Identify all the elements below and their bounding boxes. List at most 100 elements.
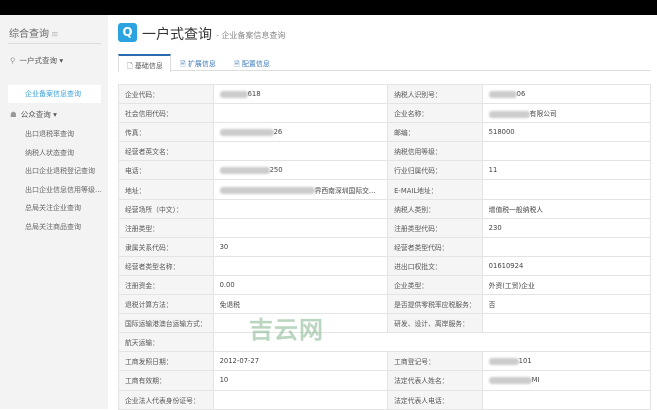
field-label: 经营者英文名： xyxy=(118,141,214,162)
tab-extended[interactable]: 🗎 扩展信息 xyxy=(180,54,216,71)
field-value: 增值税一般纳税人 xyxy=(481,198,652,219)
field-value xyxy=(212,141,389,162)
field-label: 企业类型： xyxy=(387,274,483,296)
field-value xyxy=(212,389,389,410)
field-label: 纳税人类别： xyxy=(387,198,483,219)
value-text: 30 xyxy=(219,242,229,251)
field-label: 地址： xyxy=(118,179,214,200)
field-label: 纳税人识别号： xyxy=(387,83,483,105)
field-value: 有限公司 xyxy=(481,103,652,124)
table-row: 社会信用代码： 企业名称： 有限公司 xyxy=(118,103,652,124)
menu-icon[interactable]: ≡ xyxy=(51,30,59,40)
field-value: 618 xyxy=(212,83,389,105)
table-row: 地址： 界西南深圳国际交... E-MAIL地址： xyxy=(118,179,652,200)
value-text: 免退税 xyxy=(219,301,240,310)
field-value: 230 xyxy=(481,217,652,238)
document-icon: 🗎 xyxy=(234,60,240,68)
table-row: 电话： 250 行业归属代码： 11 xyxy=(118,160,652,181)
field-value xyxy=(481,236,652,257)
table-row: 传真： 26 邮编： 518000 xyxy=(118,122,652,143)
table-row: 经营者类型名称： 进出口权批文： 01610924 xyxy=(118,255,652,276)
value-text: 增值税一般纳税人 xyxy=(488,205,544,214)
field-label: 退税计算方法： xyxy=(118,294,214,315)
field-value: 01610924 xyxy=(481,255,652,276)
value-text: 界西南深圳国际交... xyxy=(314,186,376,195)
field-label: 工商发照日期： xyxy=(118,351,214,372)
value-text: 10 xyxy=(219,376,229,385)
sidebar: 综合查询 ≡ ⚲ 一户式查询 ▾ 企业备案信息查询 ☗ 公众查询 ▾ 出口退税率查询 … xyxy=(0,15,108,409)
document-icon: 🗋 xyxy=(127,62,133,70)
masked-value xyxy=(219,187,315,195)
table-row: 工商有效期： 10 法定代表人姓名： MI xyxy=(118,370,652,391)
tab-label: 基础信息 xyxy=(134,62,163,70)
field-label: 进出口权批文： xyxy=(387,255,483,276)
field-label: 法定代表人电话： xyxy=(387,389,483,410)
group-public-query[interactable]: ☗ 公众查询 ▾ xyxy=(10,109,57,120)
table-row: 国际运输港澳台运输方式： 研发、设计、离岸服务： xyxy=(118,313,652,334)
table-row: 企业代码： 618 纳税人识别号： 06 xyxy=(118,83,652,105)
tab-config[interactable]: 🗎 配置信息 xyxy=(234,54,270,71)
field-label: E-MAIL地址： xyxy=(387,179,483,200)
value-text: 0.00 xyxy=(219,280,235,289)
group-label: 公众查询 xyxy=(20,110,51,119)
field-value: 26 xyxy=(212,122,389,143)
field-value: 界西南深圳国际交... xyxy=(212,179,389,200)
table-row: 企业法人代表身份证号： 法定代表人电话： xyxy=(118,389,652,410)
field-value: 外资(工贸)企业 xyxy=(481,274,652,296)
sidebar-item[interactable]: 出口企业退税登记查询 xyxy=(25,166,95,176)
field-value xyxy=(481,389,652,410)
info-table: 企业代码： 618 纳税人识别号： 06 社会信用代码： 企业名称： 有限公司 传真： 26 邮编… xyxy=(118,83,652,410)
sidebar-item[interactable]: 出口退税率查询 xyxy=(25,129,74,139)
watermark: 吉云网 xyxy=(249,316,324,344)
field-value: 否 xyxy=(481,294,652,315)
field-label: 注册类型： xyxy=(118,217,214,238)
field-value xyxy=(481,313,652,334)
value-text: 26 xyxy=(273,128,283,137)
value-text: 有限公司 xyxy=(529,110,557,119)
field-label: 工商登记号： xyxy=(387,351,483,372)
field-label: 企业名称： xyxy=(387,103,483,124)
field-label: 企业法人代表身份证号： xyxy=(118,389,214,410)
field-label: 社会信用代码： xyxy=(118,103,214,124)
table-row: 退税计算方法： 免退税 是否提供零税率应税服务： 否 xyxy=(118,294,652,315)
field-value xyxy=(212,255,389,276)
field-value: 2012-07-27 xyxy=(212,351,389,372)
masked-value xyxy=(488,376,532,384)
tab-label: 扩展信息 xyxy=(187,60,216,68)
field-value: 0.00 xyxy=(212,274,389,296)
sidebar-title-text: 综合查询 xyxy=(9,29,49,40)
sidebar-title: 综合查询 ≡ xyxy=(9,25,59,40)
field-label: 邮编： xyxy=(387,122,483,143)
value-text: 11 xyxy=(488,166,498,175)
group-onestop[interactable]: ⚲ 一户式查询 ▾ xyxy=(10,55,63,66)
field-label: 法定代表人姓名： xyxy=(387,370,483,391)
sidebar-item[interactable]: 出口企业信息信用等级... xyxy=(25,185,102,195)
field-value: 518000 xyxy=(481,122,652,143)
masked-value xyxy=(488,357,519,365)
field-label: 航天运输： xyxy=(118,332,214,353)
value-text: 2012-07-27 xyxy=(219,357,260,366)
table-row: 注册类型： 注册类型代码： 230 xyxy=(118,217,652,238)
tab-basic[interactable]: 🗋 基础信息 xyxy=(118,54,171,72)
field-label: 是否提供零税率应税服务： xyxy=(387,294,483,315)
divider xyxy=(8,43,101,44)
masked-value xyxy=(488,90,517,98)
value-text: 06 xyxy=(516,90,526,99)
field-value: MI xyxy=(481,370,652,391)
sidebar-item[interactable]: 总局关注商品查询 xyxy=(25,222,81,232)
field-label: 经营场所（中文）： xyxy=(118,198,214,219)
field-label: 经营者类型名称： xyxy=(118,255,214,276)
field-value: 11 xyxy=(481,160,652,181)
field-label: 注册类型代码： xyxy=(387,217,483,238)
field-value: 30 xyxy=(212,236,389,257)
value-text: 否 xyxy=(488,301,496,310)
value-text: 250 xyxy=(269,166,283,175)
sidebar-item[interactable]: 纳税人状态查询 xyxy=(25,148,74,158)
search-icon: Q xyxy=(118,23,137,42)
field-value xyxy=(212,198,389,219)
sidebar-item[interactable]: 总局关注企业查询 xyxy=(25,203,81,213)
table-row: 隶属关系代码： 30 经营者类型代码： xyxy=(118,236,652,257)
field-label: 工商有效期： xyxy=(118,370,214,391)
sidebar-item-enterprise-record[interactable]: 企业备案信息查询 xyxy=(8,85,101,103)
field-label: 企业代码： xyxy=(118,83,214,105)
